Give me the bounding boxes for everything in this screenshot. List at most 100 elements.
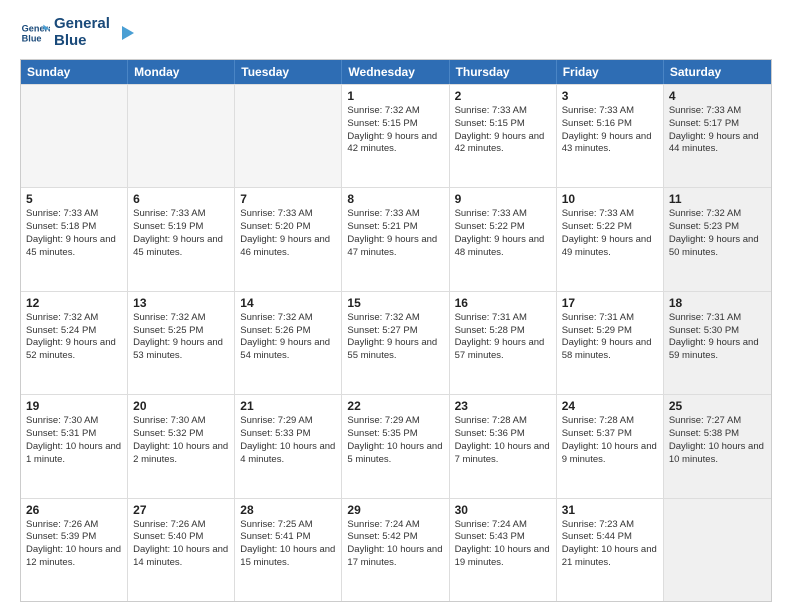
day-info: Sunrise: 7:32 AM Sunset: 5:15 PM Dayligh… (347, 105, 443, 156)
day-cell-4: 4 Sunrise: 7:33 AM Sunset: 5:17 PM Daylig… (664, 85, 771, 187)
day-cell-21: 21Sunrise: 7:29 AM Sunset: 5:33 PM Dayli… (235, 395, 342, 497)
day-number: 4 (669, 89, 766, 103)
page-header: General Blue General Blue (20, 16, 772, 49)
day-cell-20: 20Sunrise: 7:30 AM Sunset: 5:32 PM Dayli… (128, 395, 235, 497)
day-number: 19 (26, 399, 122, 413)
day-cell-16: 16Sunrise: 7:31 AM Sunset: 5:28 PM Dayli… (450, 292, 557, 394)
empty-cell-0-0 (21, 85, 128, 187)
header-day-monday: Monday (128, 60, 235, 84)
calendar: SundayMondayTuesdayWednesdayThursdayFrid… (20, 59, 772, 602)
day-number: 2 (455, 89, 551, 103)
day-cell-3: 3 Sunrise: 7:33 AM Sunset: 5:16 PM Daylig… (557, 85, 664, 187)
calendar-row-5: 26 Sunrise: 7:26 AM Sunset: 5:39 PM Dayli… (21, 498, 771, 601)
day-info: Sunrise: 7:33 AM Sunset: 5:16 PM Dayligh… (562, 105, 658, 156)
day-cell-31: 31 Sunrise: 7:23 AM Sunset: 5:44 PM Dayli… (557, 499, 664, 601)
empty-cell-0-2 (235, 85, 342, 187)
day-info: Sunrise: 7:24 AM Sunset: 5:42 PM Dayligh… (347, 519, 443, 570)
day-info: Sunrise: 7:29 AM Sunset: 5:35 PM Dayligh… (347, 415, 443, 466)
calendar-row-3: 12 Sunrise: 7:32 AM Sunset: 5:24 PM Dayli… (21, 291, 771, 394)
header-day-thursday: Thursday (450, 60, 557, 84)
day-info: Sunrise: 7:30 AM Sunset: 5:32 PM Dayligh… (133, 415, 229, 466)
day-info: Sunrise: 7:28 AM Sunset: 5:36 PM Dayligh… (455, 415, 551, 466)
day-info: Sunrise: 7:33 AM Sunset: 5:22 PM Dayligh… (562, 208, 658, 259)
day-cell-19: 19Sunrise: 7:30 AM Sunset: 5:31 PM Dayli… (21, 395, 128, 497)
day-info: Sunrise: 7:24 AM Sunset: 5:43 PM Dayligh… (455, 519, 551, 570)
day-cell-26: 26 Sunrise: 7:26 AM Sunset: 5:39 PM Dayli… (21, 499, 128, 601)
day-info: Sunrise: 7:33 AM Sunset: 5:17 PM Dayligh… (669, 105, 766, 156)
day-info: Sunrise: 7:32 AM Sunset: 5:25 PM Dayligh… (133, 312, 229, 363)
day-cell-10: 10 Sunrise: 7:33 AM Sunset: 5:22 PM Dayli… (557, 188, 664, 290)
day-number: 22 (347, 399, 443, 413)
day-cell-23: 23Sunrise: 7:28 AM Sunset: 5:36 PM Dayli… (450, 395, 557, 497)
day-number: 8 (347, 192, 443, 206)
day-cell-5: 5 Sunrise: 7:33 AM Sunset: 5:18 PM Daylig… (21, 188, 128, 290)
day-info: Sunrise: 7:28 AM Sunset: 5:37 PM Dayligh… (562, 415, 658, 466)
header-day-tuesday: Tuesday (235, 60, 342, 84)
day-info: Sunrise: 7:33 AM Sunset: 5:15 PM Dayligh… (455, 105, 551, 156)
day-info: Sunrise: 7:32 AM Sunset: 5:24 PM Dayligh… (26, 312, 122, 363)
logo-icon: General Blue (20, 18, 50, 48)
day-cell-27: 27 Sunrise: 7:26 AM Sunset: 5:40 PM Dayli… (128, 499, 235, 601)
arrow-icon (114, 22, 136, 44)
day-number: 6 (133, 192, 229, 206)
day-info: Sunrise: 7:33 AM Sunset: 5:18 PM Dayligh… (26, 208, 122, 259)
day-cell-22: 22 Sunrise: 7:29 AM Sunset: 5:35 PM Dayli… (342, 395, 449, 497)
day-info: Sunrise: 7:32 AM Sunset: 5:27 PM Dayligh… (347, 312, 443, 363)
logo: General Blue General Blue (20, 16, 136, 49)
header-day-friday: Friday (557, 60, 664, 84)
calendar-header: SundayMondayTuesdayWednesdayThursdayFrid… (21, 60, 771, 84)
header-day-sunday: Sunday (21, 60, 128, 84)
day-info: Sunrise: 7:33 AM Sunset: 5:20 PM Dayligh… (240, 208, 336, 259)
calendar-row-1: 1Sunrise: 7:32 AM Sunset: 5:15 PM Daylig… (21, 84, 771, 187)
day-info: Sunrise: 7:25 AM Sunset: 5:41 PM Dayligh… (240, 519, 336, 570)
day-number: 28 (240, 503, 336, 517)
day-number: 15 (347, 296, 443, 310)
day-cell-24: 24Sunrise: 7:28 AM Sunset: 5:37 PM Dayli… (557, 395, 664, 497)
day-cell-30: 30 Sunrise: 7:24 AM Sunset: 5:43 PM Dayli… (450, 499, 557, 601)
header-day-saturday: Saturday (664, 60, 771, 84)
day-cell-15: 15 Sunrise: 7:32 AM Sunset: 5:27 PM Dayli… (342, 292, 449, 394)
day-info: Sunrise: 7:32 AM Sunset: 5:26 PM Dayligh… (240, 312, 336, 363)
day-number: 21 (240, 399, 336, 413)
day-cell-6: 6Sunrise: 7:33 AM Sunset: 5:19 PM Daylig… (128, 188, 235, 290)
day-info: Sunrise: 7:23 AM Sunset: 5:44 PM Dayligh… (562, 519, 658, 570)
day-cell-9: 9 Sunrise: 7:33 AM Sunset: 5:22 PM Daylig… (450, 188, 557, 290)
day-info: Sunrise: 7:33 AM Sunset: 5:22 PM Dayligh… (455, 208, 551, 259)
day-number: 9 (455, 192, 551, 206)
day-number: 12 (26, 296, 122, 310)
day-info: Sunrise: 7:33 AM Sunset: 5:21 PM Dayligh… (347, 208, 443, 259)
day-cell-11: 11Sunrise: 7:32 AM Sunset: 5:23 PM Dayli… (664, 188, 771, 290)
day-cell-28: 28 Sunrise: 7:25 AM Sunset: 5:41 PM Dayli… (235, 499, 342, 601)
day-cell-14: 14 Sunrise: 7:32 AM Sunset: 5:26 PM Dayli… (235, 292, 342, 394)
day-number: 17 (562, 296, 658, 310)
day-cell-13: 13 Sunrise: 7:32 AM Sunset: 5:25 PM Dayli… (128, 292, 235, 394)
day-number: 26 (26, 503, 122, 517)
day-number: 3 (562, 89, 658, 103)
calendar-row-2: 5 Sunrise: 7:33 AM Sunset: 5:18 PM Daylig… (21, 187, 771, 290)
day-number: 14 (240, 296, 336, 310)
day-number: 10 (562, 192, 658, 206)
day-cell-2: 2 Sunrise: 7:33 AM Sunset: 5:15 PM Daylig… (450, 85, 557, 187)
calendar-body: 1Sunrise: 7:32 AM Sunset: 5:15 PM Daylig… (21, 84, 771, 601)
day-info: Sunrise: 7:26 AM Sunset: 5:39 PM Dayligh… (26, 519, 122, 570)
day-info: Sunrise: 7:31 AM Sunset: 5:29 PM Dayligh… (562, 312, 658, 363)
day-cell-18: 18Sunrise: 7:31 AM Sunset: 5:30 PM Dayli… (664, 292, 771, 394)
logo-subtext: Blue (54, 33, 110, 50)
day-cell-17: 17 Sunrise: 7:31 AM Sunset: 5:29 PM Dayli… (557, 292, 664, 394)
day-number: 31 (562, 503, 658, 517)
day-number: 13 (133, 296, 229, 310)
day-number: 7 (240, 192, 336, 206)
empty-cell-4-6 (664, 499, 771, 601)
day-number: 5 (26, 192, 122, 206)
day-number: 30 (455, 503, 551, 517)
svg-text:Blue: Blue (22, 33, 42, 43)
calendar-row-4: 19Sunrise: 7:30 AM Sunset: 5:31 PM Dayli… (21, 394, 771, 497)
day-info: Sunrise: 7:31 AM Sunset: 5:28 PM Dayligh… (455, 312, 551, 363)
day-cell-8: 8 Sunrise: 7:33 AM Sunset: 5:21 PM Daylig… (342, 188, 449, 290)
calendar-page: General Blue General Blue SundayMondayTu… (0, 0, 792, 612)
day-number: 11 (669, 192, 766, 206)
day-info: Sunrise: 7:26 AM Sunset: 5:40 PM Dayligh… (133, 519, 229, 570)
logo-text: General (54, 16, 110, 33)
day-cell-29: 29Sunrise: 7:24 AM Sunset: 5:42 PM Dayli… (342, 499, 449, 601)
day-number: 27 (133, 503, 229, 517)
